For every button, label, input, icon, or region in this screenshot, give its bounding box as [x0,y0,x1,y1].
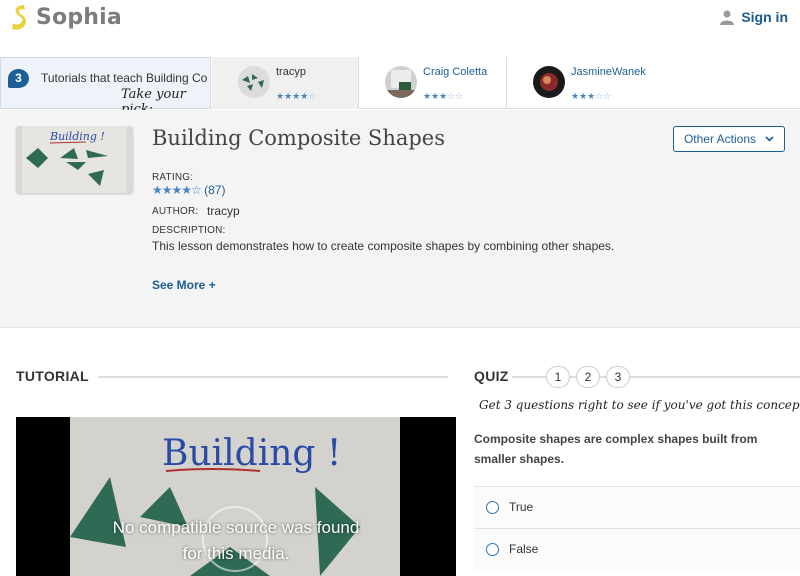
see-more-link[interactable]: See More + [152,278,216,292]
chevron-down-icon [765,136,774,142]
avatar [385,66,417,98]
tutorial-divider [98,376,448,378]
thumbnail-word: Building ! [49,130,105,143]
tutor-rating-stars: ★★★★☆ [276,91,317,101]
lesson-thumbnail[interactable]: Building ! [16,126,133,193]
sophia-logo[interactable]: Sophia [10,3,122,31]
other-actions-label: Other Actions [683,132,757,146]
avatar [238,66,270,98]
video-error-line-2: for this media. [182,544,290,563]
avatar [533,66,565,98]
site-header: Sophia Sign in [0,0,800,58]
answer-option-false[interactable]: False [474,528,800,570]
rating-stars: ★★★★☆ [152,183,202,197]
quiz-step-2[interactable]: 2 [576,366,600,388]
quiz-step-1[interactable]: 1 [546,366,570,388]
answer-option-true[interactable]: True [474,486,800,528]
author-name[interactable]: tracyp [207,204,240,218]
description-label: DESCRIPTION: [152,225,226,236]
lesson-title: Building Composite Shapes [152,126,446,150]
answer-label: True [509,500,534,514]
quiz-question: Composite shapes are complex shapes buil… [474,432,758,466]
quiz-heading: QUIZ [474,368,509,384]
quiz-step-3[interactable]: 3 [606,366,630,388]
tutorial-count-text: Tutorials that teach Building Co [41,71,208,85]
rating-label: RATING: [152,172,194,183]
sign-in-button[interactable]: Sign in [720,9,788,25]
tutorial-heading: TUTORIAL [16,368,89,384]
radio-button[interactable] [486,543,499,556]
tutor-name: JasmineWanek [571,66,646,78]
lesson-description: This lesson demonstrates how to create c… [152,239,615,253]
tutor-name: Craig Coletta [423,66,488,78]
video-poster-word: Building ! [162,433,341,474]
tutor-card-craig-coletta[interactable]: Craig Coletta ★★★☆☆ [359,57,507,109]
video-error-line-1: No compatible source was found [112,518,360,537]
sign-in-label: Sign in [741,9,788,25]
lesson-header: Building ! Building Composite Shapes Oth… [0,110,800,328]
user-icon [720,10,735,25]
tutor-rating-stars: ★★★☆☆ [571,91,612,101]
radio-button[interactable] [486,501,499,514]
sophia-logo-icon [12,5,26,30]
tutor-card-jasminewanek[interactable]: JasmineWanek ★★★☆☆ [507,57,800,109]
other-actions-dropdown[interactable]: Other Actions [673,126,785,152]
tutorial-count-panel: 3 Tutorials that teach Building Co Take … [0,57,211,117]
answer-label: False [509,542,539,556]
tutorial-count-badge: 3 [8,69,29,88]
quiz-tagline: Get 3 questions right to see if you've g… [479,398,800,412]
author-label: AUTHOR: [152,206,199,217]
tutorial-picker-strip: 3 Tutorials that teach Building Co Take … [0,57,800,117]
rating-count: (87) [204,183,226,197]
lesson-rating[interactable]: ★★★★☆ (87) [152,183,225,197]
video-error-message: No compatible source was found for this … [16,515,456,567]
logo-text: Sophia [36,4,122,30]
tutor-card-tracyp[interactable]: tracyp ★★★★☆ [212,57,359,109]
tutor-rating-stars: ★★★☆☆ [423,91,464,101]
tutor-name: tracyp [276,66,306,78]
video-player[interactable]: Building ! No compatible source was foun… [16,417,456,576]
